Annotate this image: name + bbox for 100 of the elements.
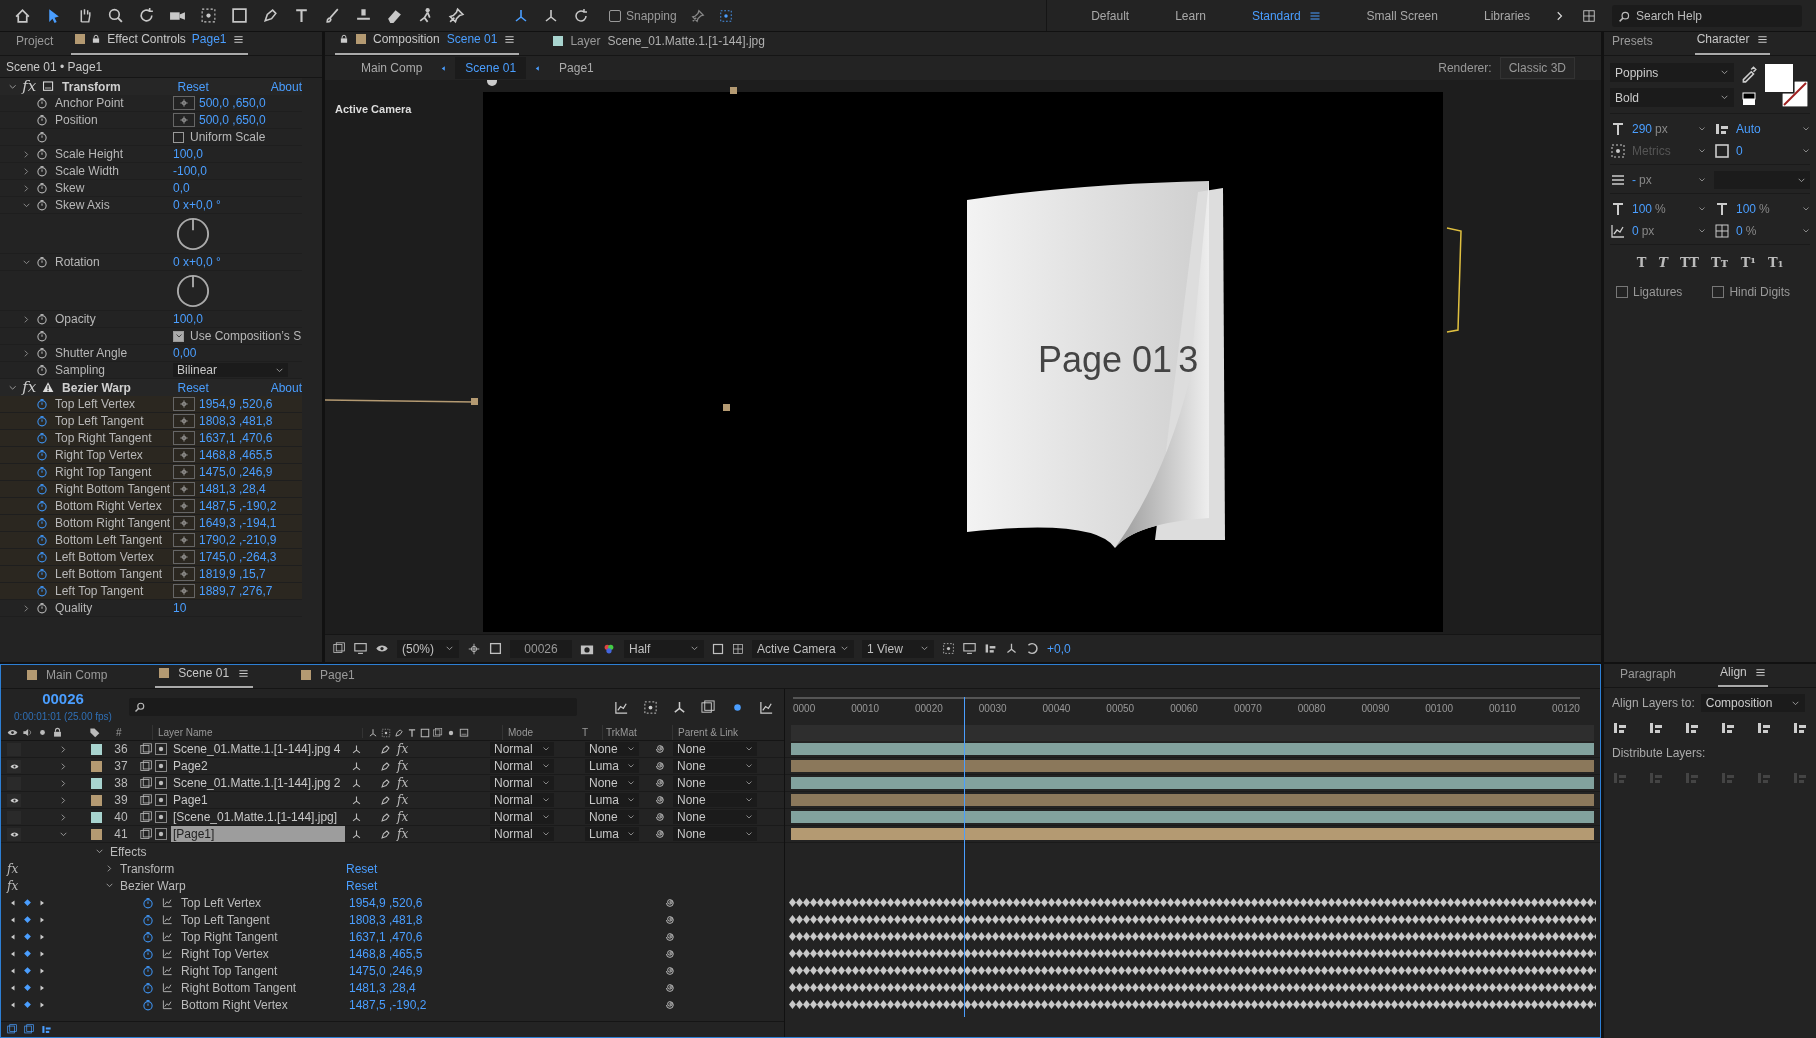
panel-tab[interactable]: Align (1718, 663, 1768, 687)
rotate-tool-icon[interactable] (138, 7, 155, 24)
stopwatch-icon[interactable] (36, 182, 48, 194)
effects-switch[interactable]: fx (397, 760, 409, 772)
local-axis-icon[interactable] (513, 7, 529, 24)
graph-icon[interactable] (162, 914, 173, 925)
property-value[interactable]: 0,00 (173, 344, 197, 362)
pick-whip-icon[interactable] (655, 777, 667, 789)
angle-dial[interactable] (176, 273, 210, 308)
switch-column-icon[interactable] (381, 727, 391, 738)
stopwatch-icon[interactable] (142, 981, 154, 994)
reset-link[interactable]: Reset (177, 378, 271, 397)
stopwatch-icon[interactable] (36, 517, 48, 529)
layer-name[interactable]: Scene_01.Matte.1.[1-144].jpg 2 (171, 775, 345, 791)
stopwatch-icon[interactable] (36, 97, 48, 109)
parent-dropdown[interactable]: None (673, 776, 757, 790)
position-target-icon[interactable] (179, 552, 189, 562)
property-value[interactable]: 1487,5 ,-190,2 (349, 995, 665, 1014)
pick-whip-icon[interactable] (665, 981, 677, 994)
angle-dial[interactable] (176, 216, 210, 251)
stopwatch-icon[interactable] (36, 165, 48, 177)
quality-switch-icon[interactable] (380, 811, 391, 823)
layer-name[interactable]: Page1 (171, 792, 345, 808)
blend-mode-dropdown[interactable]: Normal (490, 793, 554, 807)
workspace-tab[interactable]: Learn (1175, 6, 1206, 25)
checkbox[interactable] (173, 131, 184, 143)
graph-icon[interactable] (162, 965, 173, 976)
stopwatch-icon[interactable] (142, 964, 154, 977)
parent-dropdown[interactable]: None (673, 759, 757, 773)
eyedropper-icon[interactable] (1740, 65, 1758, 83)
track-matte-dropdown[interactable]: None (585, 742, 639, 756)
stopwatch-icon[interactable] (36, 551, 48, 563)
property-value[interactable]: 1954,9 ,520,6 (199, 395, 273, 413)
parent-dropdown[interactable]: None (673, 810, 757, 824)
expand-chevron-icon[interactable] (105, 864, 114, 873)
text-style-button[interactable]: T (1658, 253, 1668, 273)
track-matte-dropdown[interactable]: Luma (585, 827, 639, 841)
stopwatch-icon[interactable] (36, 602, 48, 614)
panel-menu-icon[interactable] (1757, 33, 1769, 45)
label-color-swatch[interactable] (91, 743, 102, 755)
zoom-tool-icon[interactable] (107, 7, 124, 24)
column-header[interactable]: Parent & Link (672, 725, 739, 740)
position-target-icon[interactable] (179, 467, 189, 477)
stopwatch-icon[interactable] (142, 896, 154, 909)
stopwatch-icon[interactable] (36, 364, 48, 376)
solo-icon[interactable] (37, 727, 48, 738)
stopwatch-icon[interactable] (36, 432, 48, 444)
panel-tab[interactable]: Effect Controls Page1 (71, 32, 248, 55)
leading-value[interactable]: Auto (1736, 120, 1761, 138)
stopwatch-icon[interactable] (142, 913, 154, 926)
stopwatch-icon[interactable] (36, 148, 48, 160)
property-value[interactable]: 1475,0 ,246,9 (199, 463, 273, 481)
blend-mode-dropdown[interactable]: Normal (490, 810, 554, 824)
quality-switch-icon[interactable] (380, 777, 391, 789)
position-target-icon[interactable] (179, 399, 189, 409)
label-color-swatch[interactable] (91, 777, 102, 789)
pick-whip-icon[interactable] (665, 896, 677, 909)
blend-mode-dropdown[interactable]: Normal (490, 742, 554, 756)
checkbox[interactable] (173, 330, 184, 342)
position-target-icon[interactable] (179, 433, 189, 443)
property-value[interactable]: 10 (173, 599, 187, 617)
panel-menu-icon[interactable] (504, 33, 516, 45)
pick-whip-icon[interactable] (665, 964, 677, 977)
font-family-dropdown[interactable]: Poppins (1610, 63, 1734, 82)
stopwatch-icon[interactable] (36, 330, 48, 342)
pin-tool-icon[interactable] (448, 7, 465, 24)
default-colors-icon[interactable] (1740, 91, 1758, 107)
expand-chevron-icon[interactable] (59, 761, 68, 771)
visibility-toggle[interactable] (7, 793, 21, 807)
position-target-icon[interactable] (179, 484, 189, 494)
switch-column-icon[interactable] (368, 727, 378, 738)
position-target-icon[interactable] (179, 501, 189, 511)
breadcrumb-item[interactable]: Main Comp (351, 57, 433, 79)
eraser-tool-icon[interactable] (386, 7, 403, 24)
reset-link[interactable]: Reset (177, 77, 271, 96)
property-value[interactable]: 1889,7 ,276,7 (199, 582, 273, 600)
audio-icon[interactable] (22, 727, 33, 738)
label-color-swatch[interactable] (91, 811, 102, 823)
track-matte-dropdown[interactable]: None (585, 776, 639, 790)
pick-whip-icon[interactable] (665, 913, 677, 926)
video-visibility-icon[interactable] (7, 727, 18, 738)
stopwatch-icon[interactable] (36, 114, 48, 126)
switch-column-icon[interactable] (407, 727, 417, 738)
graph-icon[interactable] (162, 982, 173, 993)
world-axis-icon[interactable] (543, 7, 559, 24)
keyframe-strip[interactable] (789, 983, 1596, 992)
workspace-tab[interactable]: Standard (1251, 6, 1321, 25)
font-size-value[interactable]: 290 px (1632, 120, 1668, 138)
pick-whip-icon[interactable] (655, 828, 667, 840)
expand-chevron-icon[interactable] (22, 183, 31, 193)
stopwatch-icon[interactable] (36, 199, 48, 211)
pick-whip-icon[interactable] (655, 794, 667, 806)
pick-whip-icon[interactable] (655, 811, 667, 823)
blend-mode-dropdown[interactable]: Normal (490, 827, 554, 841)
track-matte-dropdown[interactable]: Luma (585, 759, 639, 773)
position-target-icon[interactable] (179, 586, 189, 596)
visibility-toggle[interactable] (7, 759, 21, 773)
panel-tab[interactable]: Project (12, 32, 58, 55)
panel-menu-icon[interactable] (1754, 666, 1766, 678)
keyframe-strip[interactable] (789, 966, 1596, 975)
